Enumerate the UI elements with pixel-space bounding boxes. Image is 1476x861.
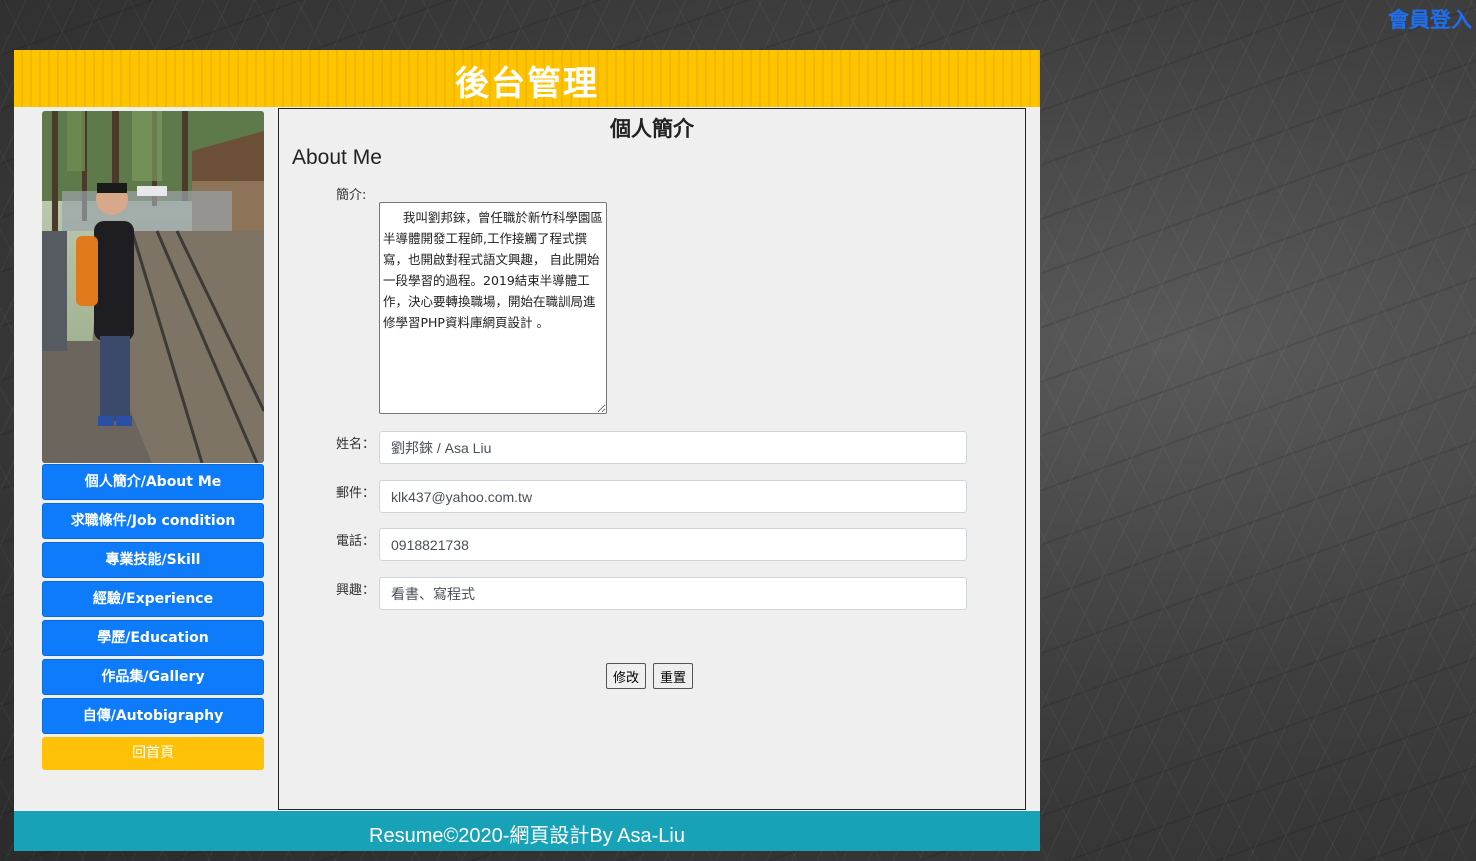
hobby-label: 興趣： — [336, 583, 376, 598]
footer-text: Resume©2020-網頁設計By Asa-Liu — [369, 825, 685, 847]
name-input[interactable] — [379, 431, 967, 464]
member-login-link[interactable]: 會員登入 — [1388, 4, 1472, 34]
section-title: 個人簡介 — [610, 117, 694, 141]
hobby-input[interactable] — [379, 577, 967, 610]
nav-gallery[interactable]: 作品集/Gallery — [42, 659, 264, 695]
submit-button[interactable]: 修改 — [606, 663, 647, 689]
email-input[interactable] — [379, 480, 967, 513]
home-button[interactable]: 回首頁 — [42, 737, 264, 770]
intro-label: 簡介: — [336, 188, 367, 203]
intro-textarea[interactable]: 我叫劉邦錸，曾任職於新竹科學園區半導體開發工程師,工作接觸了程式撰寫，也開啟對程… — [379, 202, 607, 414]
profile-photo — [42, 111, 264, 463]
nav-about-me[interactable]: 個人簡介/About Me — [42, 464, 264, 500]
section-subtitle: About Me — [292, 146, 382, 169]
phone-label: 電話： — [336, 534, 376, 549]
name-label: 姓名： — [336, 437, 376, 452]
nav-autobiography[interactable]: 自傳/Autobigraphy — [42, 698, 264, 734]
phone-input[interactable] — [379, 528, 967, 561]
footer-bar: Resume©2020-網頁設計By Asa-Liu — [14, 811, 1040, 851]
reset-button[interactable]: 重置 — [653, 663, 694, 689]
sidebar: 個人簡介/About Me 求職條件/Job condition 專業技能/Sk… — [42, 111, 264, 770]
nav-skill[interactable]: 專業技能/Skill — [42, 542, 264, 578]
page-title: 後台管理 — [455, 64, 599, 104]
nav-experience[interactable]: 經驗/Experience — [42, 581, 264, 617]
admin-frame: 後台管理 個人簡介/About Me 求職條件/Job condition 專業… — [14, 50, 1040, 851]
email-label: 郵件： — [336, 486, 376, 501]
main-panel: 個人簡介 About Me 簡介: 我叫劉邦錸，曾任職於新竹科學園區半導體開發工… — [278, 108, 1026, 810]
nav-education[interactable]: 學歷/Education — [42, 620, 264, 656]
nav-job-condition[interactable]: 求職條件/Job condition — [42, 503, 264, 539]
header-bar: 後台管理 — [14, 50, 1040, 107]
